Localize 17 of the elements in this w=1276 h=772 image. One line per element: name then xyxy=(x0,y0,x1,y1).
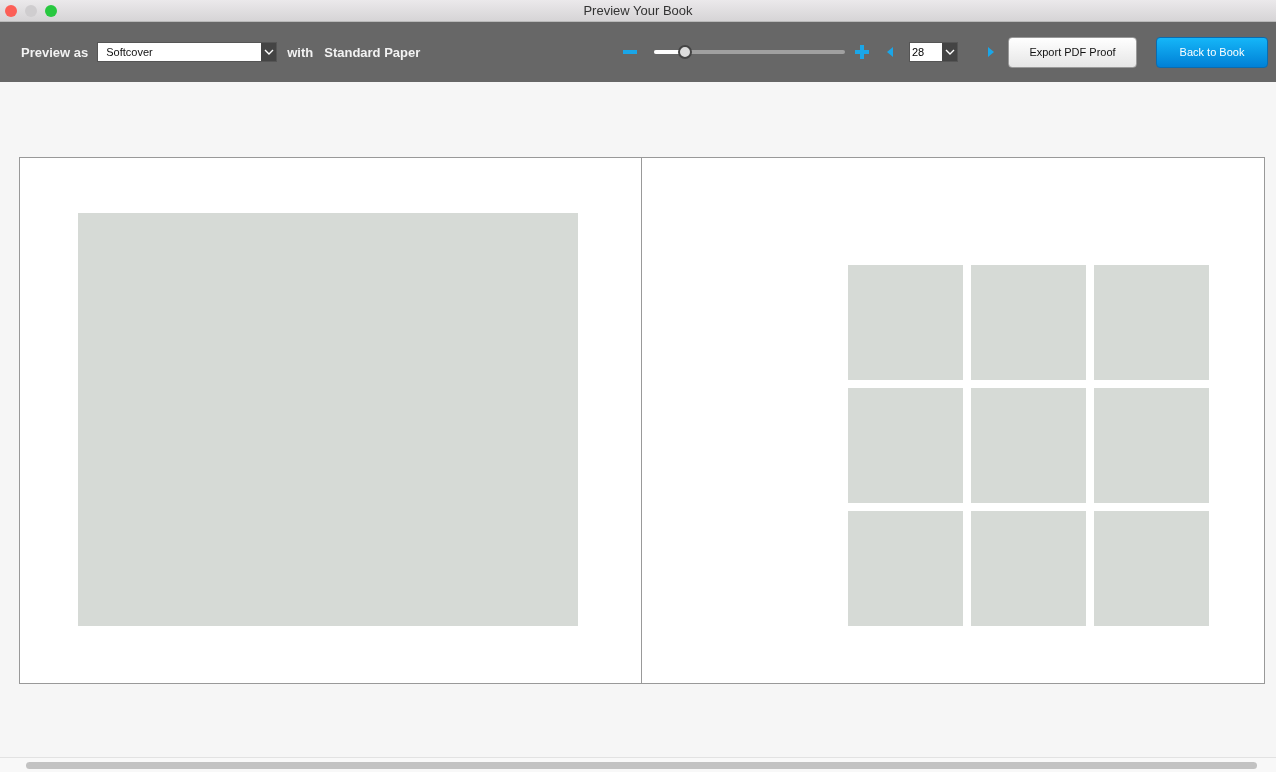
previous-icon[interactable] xyxy=(887,47,893,57)
page-dropdown[interactable]: 28 xyxy=(909,42,958,62)
window-title: Preview Your Book xyxy=(583,3,693,18)
minimize-icon[interactable] xyxy=(25,5,37,17)
paper-label: Standard Paper xyxy=(324,44,421,60)
caret-icon xyxy=(942,43,957,61)
zoom-in-icon[interactable] xyxy=(855,45,869,59)
close-icon[interactable] xyxy=(5,5,17,17)
caret-icon xyxy=(261,43,277,61)
preview-label: Preview as xyxy=(21,44,89,60)
with-label: with xyxy=(287,44,314,60)
next-icon[interactable] xyxy=(988,47,994,57)
format-dropdown[interactable]: Softcover xyxy=(97,42,278,62)
scrollbar[interactable] xyxy=(26,761,1257,769)
export-button[interactable]: Export PDF Proof xyxy=(1008,36,1137,68)
zoom-icon[interactable] xyxy=(45,5,57,17)
zoom-slider[interactable] xyxy=(654,45,845,59)
